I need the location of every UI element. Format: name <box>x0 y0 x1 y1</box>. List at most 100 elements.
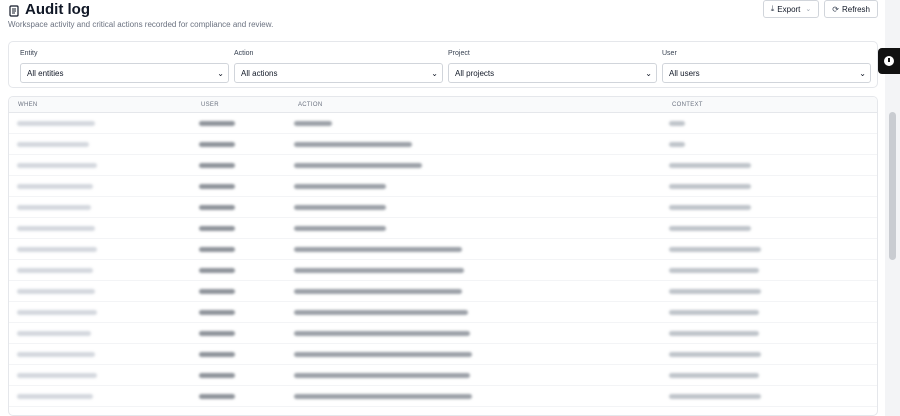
chevron-down-icon: ⌄ <box>431 68 438 78</box>
filter-action: Action All actions ⌄ <box>234 50 443 83</box>
audit-log-icon <box>8 4 20 17</box>
filter-panel: Entity All entities ⌄ Action All actions… <box>8 41 878 88</box>
cell-when <box>17 184 93 189</box>
refresh-label: Refresh <box>841 4 870 14</box>
cell-context <box>669 289 761 294</box>
cell-action <box>294 352 472 357</box>
chevron-down-icon: ⌄ <box>645 68 652 78</box>
page-header: Audit log Workspace activity and critica… <box>8 0 878 38</box>
entity-select-value: All entities <box>27 68 64 78</box>
cell-when <box>17 394 93 399</box>
cell-when <box>17 352 95 357</box>
filter-project-label: Project <box>448 50 470 57</box>
cell-context <box>669 331 759 336</box>
filter-user: User All users ⌄ <box>662 50 871 83</box>
title-row: Audit log <box>8 1 90 18</box>
download-icon: ⤓ <box>770 4 775 13</box>
table-row[interactable] <box>9 218 877 239</box>
table-row[interactable] <box>9 155 877 176</box>
table-header: WHEN USER ACTION CONTEXT <box>9 97 877 113</box>
cell-action <box>294 226 386 231</box>
filter-entity: Entity All entities ⌄ <box>20 50 229 83</box>
cell-user <box>199 310 235 315</box>
user-select-value: All users <box>669 68 700 78</box>
cell-action <box>294 121 332 126</box>
chevron-down-icon: ⌄ <box>217 68 224 78</box>
refresh-button[interactable]: ⟳ Refresh <box>824 0 878 18</box>
table-row[interactable] <box>9 323 877 344</box>
cell-context <box>669 394 761 399</box>
cell-context <box>669 142 685 147</box>
page-subtitle: Workspace activity and critical actions … <box>8 20 274 29</box>
cell-user <box>199 226 235 231</box>
cell-context <box>669 205 751 210</box>
refresh-icon: ⟳ <box>832 4 839 14</box>
entity-select[interactable]: All entities ⌄ <box>20 63 229 83</box>
cell-user <box>199 247 235 252</box>
filter-action-label: Action <box>234 50 254 57</box>
cell-when <box>17 163 97 168</box>
cell-context <box>669 121 685 126</box>
table-row[interactable] <box>9 302 877 323</box>
table-row[interactable] <box>9 344 877 365</box>
cell-user <box>199 373 235 378</box>
cell-action <box>294 310 468 315</box>
column-header-user[interactable]: USER <box>201 102 219 108</box>
scrollbar-thumb[interactable] <box>889 112 896 260</box>
column-header-action[interactable]: ACTION <box>298 102 322 108</box>
cell-user <box>199 331 235 336</box>
table-row[interactable] <box>9 197 877 218</box>
audit-table: WHEN USER ACTION CONTEXT <box>8 96 878 416</box>
cell-action <box>294 394 472 399</box>
cell-when <box>17 373 97 378</box>
project-select[interactable]: All projects ⌄ <box>448 63 657 83</box>
history-fab-button[interactable] <box>878 48 900 74</box>
cell-action <box>294 268 464 273</box>
page-title: Audit log <box>25 1 90 18</box>
cell-context <box>669 373 759 378</box>
table-row[interactable] <box>9 365 877 386</box>
cell-when <box>17 226 95 231</box>
cell-user <box>199 352 235 357</box>
header-actions: ⤓ Export ⌄ ⟳ Refresh <box>762 0 878 18</box>
action-select-value: All actions <box>241 68 278 78</box>
table-row[interactable] <box>9 239 877 260</box>
filter-entity-label: Entity <box>20 50 38 57</box>
table-row[interactable] <box>9 281 877 302</box>
action-select[interactable]: All actions ⌄ <box>234 63 443 83</box>
cell-action <box>294 331 470 336</box>
table-body <box>9 113 877 407</box>
table-row[interactable] <box>9 176 877 197</box>
clock-icon <box>884 56 894 66</box>
cell-when <box>17 310 97 315</box>
cell-when <box>17 331 91 336</box>
export-label: Export <box>777 4 801 14</box>
cell-context <box>669 226 751 231</box>
table-row[interactable] <box>9 260 877 281</box>
column-header-context[interactable]: CONTEXT <box>672 102 703 108</box>
cell-context <box>669 352 761 357</box>
cell-user <box>199 394 235 399</box>
cell-user <box>199 205 235 210</box>
column-header-when[interactable]: WHEN <box>18 102 38 108</box>
cell-action <box>294 247 462 252</box>
cell-action <box>294 163 422 168</box>
cell-action <box>294 184 386 189</box>
table-row[interactable] <box>9 134 877 155</box>
project-select-value: All projects <box>455 68 495 78</box>
cell-when <box>17 121 95 126</box>
user-select[interactable]: All users ⌄ <box>662 63 871 83</box>
table-row[interactable] <box>9 113 877 134</box>
filter-user-label: User <box>662 50 677 57</box>
table-row[interactable] <box>9 386 877 407</box>
cell-user <box>199 163 235 168</box>
cell-when <box>17 289 95 294</box>
cell-user <box>199 268 235 273</box>
cell-action <box>294 142 412 147</box>
export-button[interactable]: ⤓ Export ⌄ <box>762 0 820 18</box>
cell-context <box>669 184 751 189</box>
chevron-down-icon: ⌄ <box>805 6 812 13</box>
filter-project: Project All projects ⌄ <box>448 50 657 83</box>
cell-user <box>199 121 235 126</box>
cell-when <box>17 205 91 210</box>
